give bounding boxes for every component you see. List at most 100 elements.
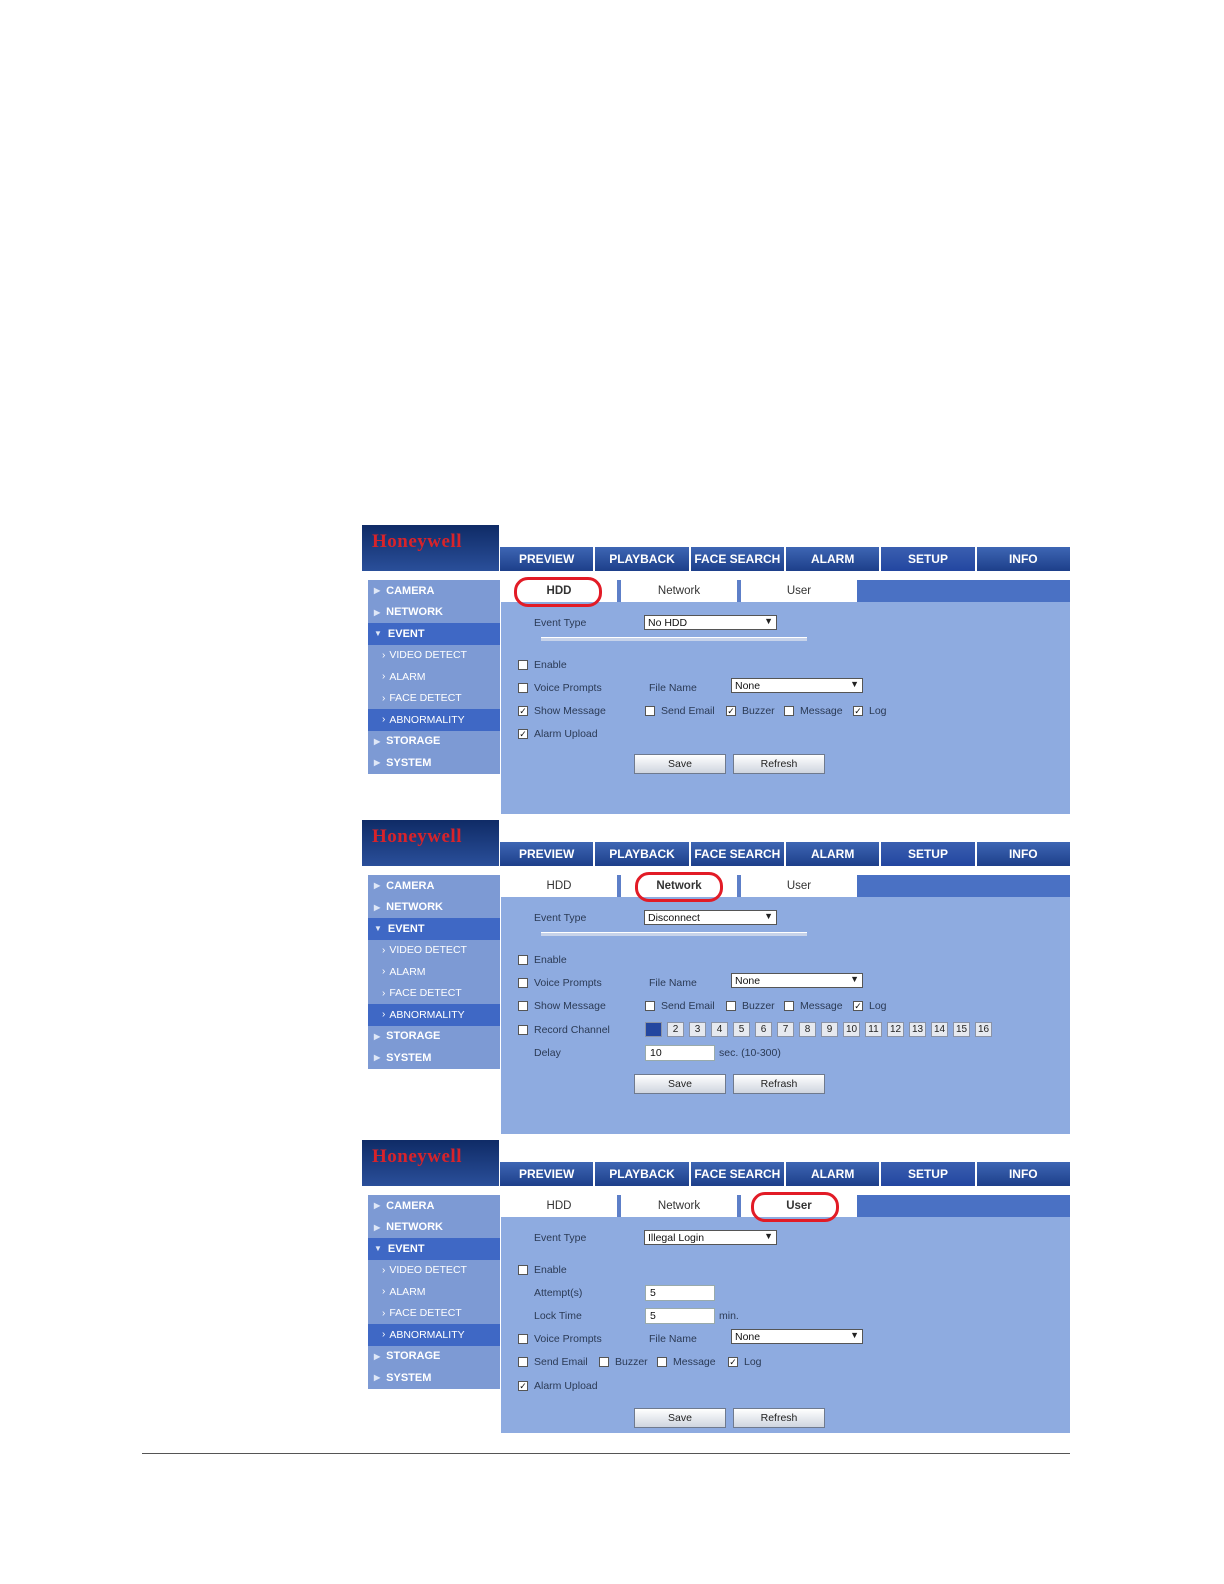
nav-alarm[interactable]: ALARM: [785, 547, 880, 571]
nav-playback[interactable]: PLAYBACK: [595, 1162, 689, 1186]
channel-button[interactable]: 4: [711, 1022, 728, 1037]
send-email-checkbox[interactable]: [518, 1357, 528, 1367]
channel-button[interactable]: 9: [821, 1022, 838, 1037]
buzzer-checkbox[interactable]: [726, 1001, 736, 1011]
buzzer-checkbox[interactable]: ✓: [726, 706, 736, 716]
nav-info[interactable]: INFO: [976, 547, 1070, 571]
channel-button[interactable]: 2: [667, 1022, 684, 1037]
channel-button[interactable]: 5: [733, 1022, 750, 1037]
sidebar-item-camera[interactable]: ▶ CAMERA: [368, 875, 500, 897]
event-type-select[interactable]: No HDD ▼: [644, 615, 777, 630]
nav-setup[interactable]: SETUP: [881, 842, 975, 866]
sidebar-item-system[interactable]: ▶ SYSTEM: [368, 1047, 500, 1069]
sidebar-item-system[interactable]: ▶ SYSTEM: [368, 1367, 500, 1389]
channel-button[interactable]: 1: [645, 1022, 662, 1037]
channel-button[interactable]: 14: [931, 1022, 948, 1037]
alarm-upload-checkbox[interactable]: ✓: [518, 1381, 528, 1391]
file-name-select[interactable]: None ▼: [731, 1329, 863, 1344]
event-type-select[interactable]: Illegal Login ▼: [644, 1230, 777, 1245]
message-checkbox[interactable]: [784, 1001, 794, 1011]
refresh-button[interactable]: Refresh: [733, 1408, 825, 1428]
channel-button[interactable]: 12: [887, 1022, 904, 1037]
voice-prompts-checkbox[interactable]: [518, 683, 528, 693]
message-checkbox[interactable]: [784, 706, 794, 716]
nav-preview[interactable]: PREVIEW: [500, 842, 594, 866]
sidebar-item-camera[interactable]: ▶ CAMERA: [368, 580, 500, 602]
channel-button[interactable]: 3: [689, 1022, 706, 1037]
channel-button[interactable]: 13: [909, 1022, 926, 1037]
sidebar-item-face-detect[interactable]: › FACE DETECT: [368, 1303, 500, 1325]
nav-setup[interactable]: SETUP: [881, 547, 975, 571]
channel-button[interactable]: 16: [975, 1022, 992, 1037]
tab-network[interactable]: Network: [621, 580, 737, 602]
nav-info[interactable]: INFO: [976, 1162, 1070, 1186]
tab-hdd[interactable]: HDD: [501, 1195, 617, 1217]
sidebar-item-network[interactable]: ▶ NETWORK: [368, 602, 500, 624]
nav-alarm[interactable]: ALARM: [785, 1162, 880, 1186]
channel-button[interactable]: 8: [799, 1022, 816, 1037]
sidebar-item-storage[interactable]: ▶ STORAGE: [368, 1346, 500, 1368]
channel-button[interactable]: 7: [777, 1022, 794, 1037]
sidebar-item-video-detect[interactable]: › VIDEO DETECT: [368, 1260, 500, 1282]
nav-alarm[interactable]: ALARM: [785, 842, 880, 866]
attempts-input[interactable]: 5: [645, 1285, 715, 1301]
refresh-button[interactable]: Refresh: [733, 754, 825, 774]
nav-playback[interactable]: PLAYBACK: [595, 842, 689, 866]
sidebar-item-abnormality[interactable]: › ABNORMALITY: [368, 709, 500, 731]
sidebar-item-video-detect[interactable]: › VIDEO DETECT: [368, 645, 500, 667]
nav-preview[interactable]: PREVIEW: [500, 1162, 594, 1186]
sidebar-item-face-detect[interactable]: › FACE DETECT: [368, 983, 500, 1005]
sidebar-item-storage[interactable]: ▶ STORAGE: [368, 731, 500, 753]
nav-face-search[interactable]: FACE SEARCH: [690, 547, 784, 571]
lock-time-input[interactable]: 5: [645, 1308, 715, 1324]
voice-prompts-checkbox[interactable]: [518, 978, 528, 988]
tab-user[interactable]: User: [741, 875, 857, 897]
enable-checkbox[interactable]: [518, 660, 528, 670]
save-button[interactable]: Save: [634, 1074, 726, 1094]
tab-hdd[interactable]: HDD: [501, 875, 617, 897]
sidebar-item-event[interactable]: ▼ EVENT: [368, 623, 500, 645]
send-email-checkbox[interactable]: [645, 706, 655, 716]
nav-setup[interactable]: SETUP: [881, 1162, 975, 1186]
channel-button[interactable]: 10: [843, 1022, 860, 1037]
record-channel-checkbox[interactable]: [518, 1025, 528, 1035]
refresh-button[interactable]: Refrash: [733, 1074, 825, 1094]
sidebar-item-abnormality[interactable]: › ABNORMALITY: [368, 1324, 500, 1346]
channel-button[interactable]: 15: [953, 1022, 970, 1037]
sidebar-item-event[interactable]: ▼ EVENT: [368, 1238, 500, 1260]
file-name-select[interactable]: None ▼: [731, 973, 863, 988]
delay-input[interactable]: 10: [645, 1045, 715, 1061]
sidebar-item-alarm[interactable]: › ALARM: [368, 666, 500, 688]
nav-playback[interactable]: PLAYBACK: [595, 547, 689, 571]
sidebar-item-alarm[interactable]: › ALARM: [368, 961, 500, 983]
show-message-checkbox[interactable]: [518, 1001, 528, 1011]
tab-network[interactable]: Network: [621, 1195, 737, 1217]
log-checkbox[interactable]: ✓: [853, 706, 863, 716]
message-checkbox[interactable]: [657, 1357, 667, 1367]
channel-button[interactable]: 6: [755, 1022, 772, 1037]
file-name-select[interactable]: None ▼: [731, 678, 863, 693]
event-type-select[interactable]: Disconnect ▼: [644, 910, 777, 925]
show-message-checkbox[interactable]: ✓: [518, 706, 528, 716]
nav-face-search[interactable]: FACE SEARCH: [690, 842, 784, 866]
enable-checkbox[interactable]: [518, 955, 528, 965]
tab-user[interactable]: User: [741, 580, 857, 602]
sidebar-item-abnormality[interactable]: › ABNORMALITY: [368, 1004, 500, 1026]
nav-info[interactable]: INFO: [976, 842, 1070, 866]
save-button[interactable]: Save: [634, 1408, 726, 1428]
sidebar-item-alarm[interactable]: › ALARM: [368, 1281, 500, 1303]
channel-button[interactable]: 11: [865, 1022, 882, 1037]
sidebar-item-storage[interactable]: ▶ STORAGE: [368, 1026, 500, 1048]
send-email-checkbox[interactable]: [645, 1001, 655, 1011]
enable-checkbox[interactable]: [518, 1265, 528, 1275]
nav-preview[interactable]: PREVIEW: [500, 547, 594, 571]
log-checkbox[interactable]: ✓: [728, 1357, 738, 1367]
buzzer-checkbox[interactable]: [599, 1357, 609, 1367]
sidebar-item-face-detect[interactable]: › FACE DETECT: [368, 688, 500, 710]
sidebar-item-video-detect[interactable]: › VIDEO DETECT: [368, 940, 500, 962]
sidebar-item-camera[interactable]: ▶ CAMERA: [368, 1195, 500, 1217]
save-button[interactable]: Save: [634, 754, 726, 774]
sidebar-item-event[interactable]: ▼ EVENT: [368, 918, 500, 940]
sidebar-item-network[interactable]: ▶ NETWORK: [368, 1217, 500, 1239]
sidebar-item-system[interactable]: ▶ SYSTEM: [368, 752, 500, 774]
